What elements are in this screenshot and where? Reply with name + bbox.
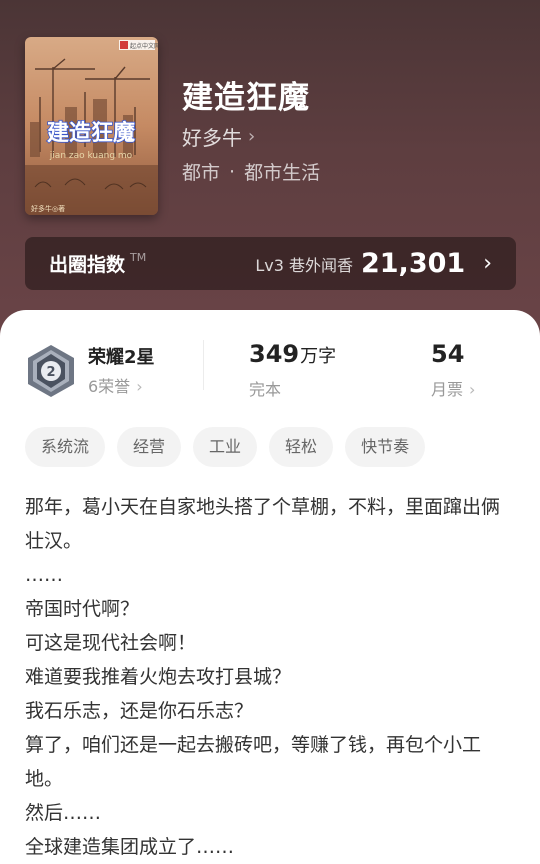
book-header: 建造狂魔 jian zao kuang mo 起点中文网 好多牛◎著 建造狂魔 … — [0, 0, 540, 340]
synopsis-line: 帝国时代啊？ — [25, 598, 140, 620]
genre-info: 都市 · 都市生活 — [182, 158, 320, 185]
popularity-index-bar[interactable]: 出圈指数 TM Lv3 巷外闻香 21,301 › — [25, 237, 516, 290]
synopsis-line: 那年，葛小天在自家地头搭了个草棚，不料，里面蹿出俩壮汉。 — [25, 496, 501, 552]
honor-title: 荣耀2星 — [88, 347, 155, 368]
cover-title-art: 建造狂魔 — [47, 120, 135, 146]
book-title: 建造狂魔 — [182, 80, 310, 116]
chevron-right-icon: › — [483, 251, 492, 276]
tag-list: 系统流 经营 工业 轻松 快节奏 — [25, 427, 437, 467]
word-count-value: 349 — [249, 340, 300, 368]
tag-chip[interactable]: 快节奏 — [345, 427, 426, 467]
index-value: 21,301 — [360, 248, 466, 279]
cover-pinyin: jian zao kuang mo — [49, 151, 133, 161]
badge-number: 2 — [46, 365, 55, 380]
synopsis-line: …… — [25, 564, 63, 586]
synopsis-line: 然后…… — [25, 802, 102, 824]
synopsis-line: 可这是现代社会啊！ — [25, 632, 197, 654]
word-count-unit: 万字 — [300, 346, 337, 367]
trademark-mark: TM — [130, 251, 147, 264]
monthly-tickets-count: 54 — [431, 340, 465, 368]
tag-chip[interactable]: 经营 — [117, 427, 182, 467]
genre-separator: · — [229, 160, 236, 183]
book-cover[interactable]: 建造狂魔 jian zao kuang mo 起点中文网 好多牛◎著 — [25, 37, 158, 215]
chevron-right-icon: › — [469, 380, 476, 399]
tag-chip[interactable]: 系统流 — [25, 427, 106, 467]
index-level: Lv3 巷外闻香 — [255, 255, 353, 275]
completion-status: 完本 — [249, 380, 282, 399]
tag-chip[interactable]: 工业 — [193, 427, 258, 467]
subgenre[interactable]: 都市生活 — [244, 158, 320, 185]
synopsis-line: 全球建造集团成立了…… — [25, 836, 235, 858]
author-name: 好多牛 — [182, 126, 242, 150]
chevron-right-icon: › — [136, 377, 143, 396]
tag-chip[interactable]: 轻松 — [269, 427, 334, 467]
word-count: 349万字 — [249, 340, 336, 368]
synopsis-line: 我石乐志，还是你石乐志？ — [25, 700, 254, 722]
cover-publisher: 起点中文网 — [130, 42, 158, 50]
stats-divider — [203, 340, 204, 390]
book-detail-sheet: 2 荣耀2星 6荣誉 › 349万字 完本 54 月票 › 系统流 经营 工业 轻松… — [0, 310, 540, 858]
synopsis[interactable]: 那年，葛小天在自家地头搭了个草棚，不料，里面蹿出俩壮汉。 …… 帝国时代啊？ 可… — [25, 490, 515, 864]
cover-author-stamp: 好多牛◎著 — [31, 204, 65, 213]
monthly-tickets-link[interactable]: 月票 › — [431, 376, 475, 400]
monthly-tickets-label: 月票 — [431, 380, 464, 399]
chevron-right-icon: › — [248, 126, 256, 147]
stats-row: 2 荣耀2星 6荣誉 › 349万字 完本 54 月票 › — [0, 338, 540, 408]
cover-art: 建造狂魔 jian zao kuang mo 起点中文网 好多牛◎著 — [25, 37, 158, 215]
honor-badge-icon[interactable]: 2 — [25, 343, 77, 399]
synopsis-line: 难道要我推着火炮去攻打县城？ — [25, 666, 292, 688]
genre[interactable]: 都市 — [182, 158, 220, 185]
author-link[interactable]: 好多牛 › — [182, 122, 255, 151]
index-label: 出圈指数 — [49, 254, 126, 276]
synopsis-line: 算了，咱们还是一起去搬砖吧，等赚了钱，再包个小工地。 — [25, 734, 482, 790]
honor-count: 6荣誉 — [88, 377, 131, 396]
honor-count-link[interactable]: 6荣誉 › — [88, 373, 143, 397]
